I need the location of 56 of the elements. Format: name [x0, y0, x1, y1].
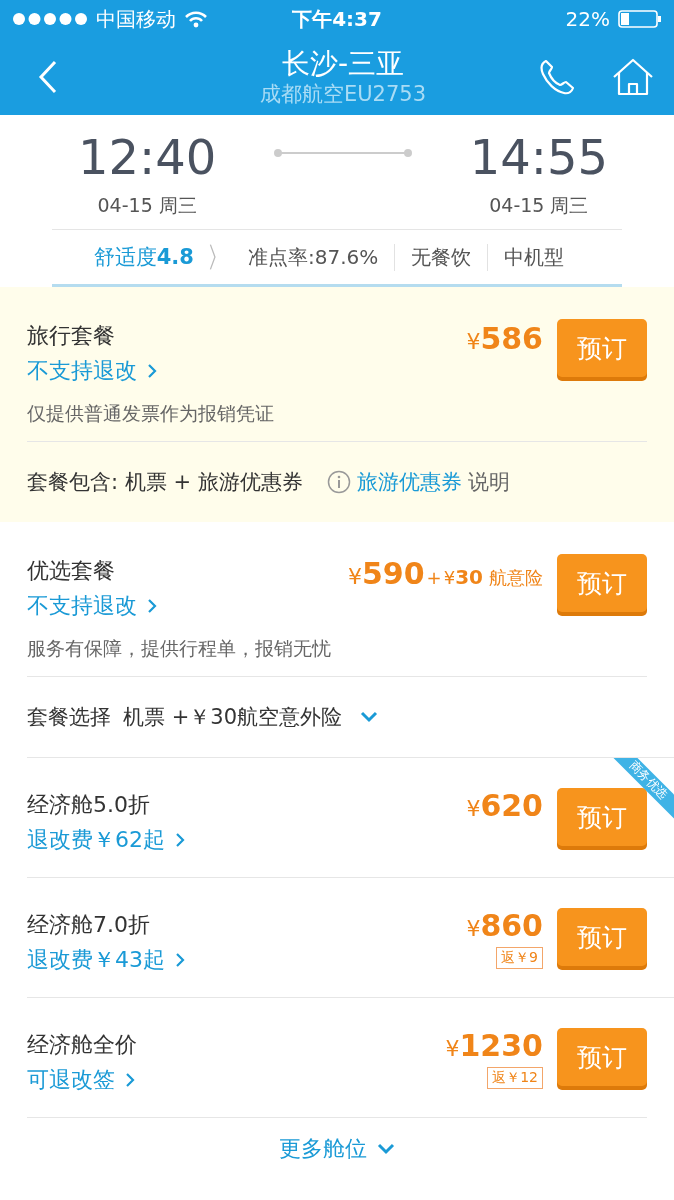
chevron-down-icon	[360, 711, 378, 723]
back-button[interactable]	[38, 59, 58, 94]
flight-attribute: 无餐饮	[394, 243, 488, 271]
flight-number: 成都航空EU2753	[259, 80, 427, 107]
wifi-icon	[184, 10, 208, 28]
battery-icon	[618, 10, 662, 28]
chevron-right-icon	[147, 363, 157, 379]
page-title: 长沙-三亚	[281, 46, 405, 81]
package-note: 仅提供普通发票作为报销凭证	[27, 401, 274, 426]
flight-date: 04-15 周三	[489, 193, 589, 218]
arrival-time: 14:55	[469, 128, 608, 187]
package-contents: 套餐包含: 机票 + 旅游优惠券	[27, 469, 303, 496]
refund-policy-link[interactable]: 不支持退改	[27, 588, 331, 624]
package-note: 服务有保障，提供行程单，报销无忧	[27, 636, 331, 661]
chevron-icon	[207, 244, 218, 270]
flight-attribute: 中机型	[487, 243, 581, 271]
price: ¥1230	[445, 1028, 543, 1063]
package-name: 旅行套餐	[27, 322, 116, 350]
status-time: 下午4:37	[292, 5, 382, 33]
price: ¥620	[466, 788, 543, 823]
info-icon	[326, 470, 351, 494]
carrier-name: 中国移动	[96, 5, 176, 33]
package-option-select[interactable]: 套餐选择 机票 +￥30航空意外险	[27, 703, 378, 731]
rebate-tag: 返￥12	[487, 1067, 543, 1089]
phone-button[interactable]	[538, 57, 576, 96]
info-label: 说明	[467, 469, 510, 496]
chevron-right-icon	[147, 598, 157, 614]
chevron-right-icon	[175, 832, 185, 848]
chevron-down-icon	[377, 1142, 395, 1155]
price: ¥586	[466, 321, 543, 356]
chevron-right-icon	[175, 952, 185, 968]
flight-attribute: 准点率:87.6%	[246, 243, 380, 271]
fare-name: 经济舱全价	[27, 1031, 137, 1059]
home-button[interactable]	[612, 57, 654, 96]
package-name: 优选套餐	[27, 557, 116, 585]
price: ¥590	[348, 556, 425, 591]
comfort-rating[interactable]: 舒适度4.8	[93, 243, 194, 271]
rebate-tag: 返￥9	[496, 947, 543, 969]
refund-policy-link[interactable]: 退改费￥62起	[27, 822, 185, 858]
refund-policy-link[interactable]: 不支持退改	[27, 353, 274, 389]
chevron-right-icon	[125, 1072, 135, 1088]
phone-icon	[538, 57, 576, 96]
flight-date: 04-15 周三	[97, 193, 197, 218]
battery-percent: 22%	[565, 7, 610, 31]
route-line-icon	[273, 148, 413, 158]
fare-name: 经济舱7.0折	[27, 911, 151, 939]
departure-time: 12:40	[78, 128, 217, 187]
refund-policy-link[interactable]: 可退改签	[27, 1062, 137, 1098]
voucher-info-link[interactable]: 旅游优惠券	[356, 468, 462, 496]
price: ¥860	[466, 908, 543, 943]
back-icon	[38, 59, 58, 94]
fare-name: 经济舱5.0折	[27, 791, 151, 819]
insurance-price: +¥30 航意险	[425, 565, 543, 590]
home-icon	[612, 57, 654, 96]
refund-policy-link[interactable]: 退改费￥43起	[27, 942, 185, 978]
signal-icon	[12, 12, 88, 26]
